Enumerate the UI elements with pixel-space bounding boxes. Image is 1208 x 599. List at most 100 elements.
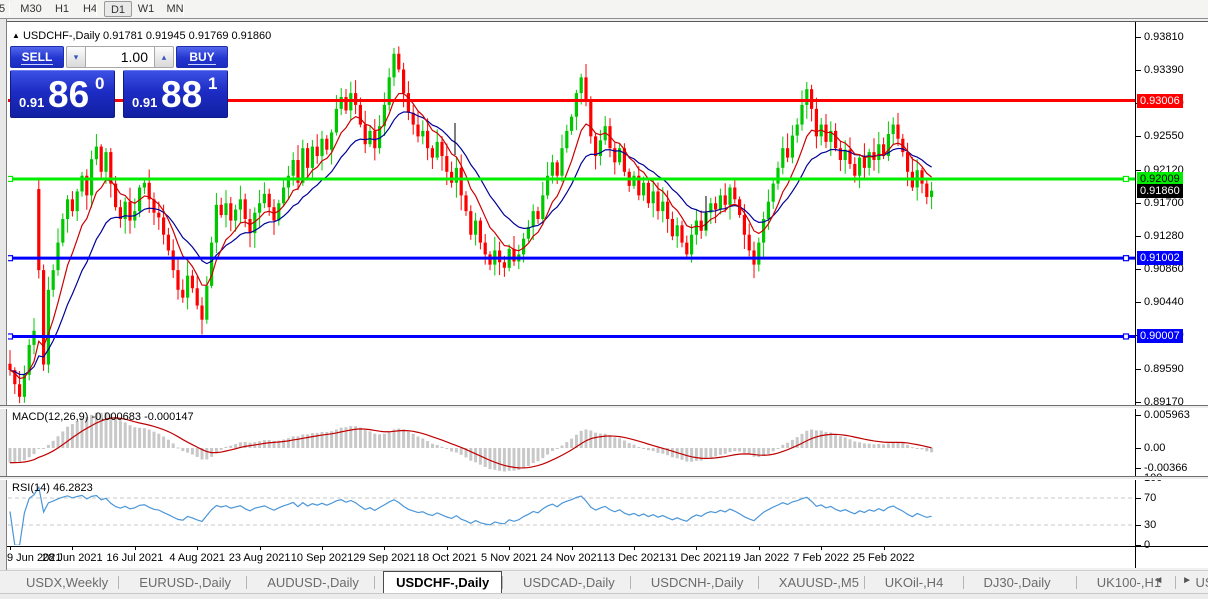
candle-body bbox=[42, 270, 46, 365]
axis-tick-mark bbox=[1136, 402, 1141, 404]
candle-body bbox=[646, 182, 650, 204]
candle-body bbox=[906, 152, 910, 172]
macd-histogram-bar bbox=[454, 448, 458, 453]
candle-body bbox=[200, 305, 204, 320]
timeframe-w1-button[interactable]: W1 bbox=[132, 1, 160, 17]
macd-histogram-bar bbox=[776, 448, 780, 449]
date-axis[interactable]: 9 Jun 2021 28 Jun 2021 16 Jul 2021 4 Aug 20… bbox=[7, 547, 1135, 568]
macd-histogram-bar bbox=[205, 448, 209, 460]
volume-input[interactable] bbox=[86, 46, 154, 68]
macd-rsi-splitter[interactable] bbox=[0, 476, 1208, 480]
macd-histogram-bar bbox=[368, 431, 372, 448]
macd-histogram-bar bbox=[498, 448, 502, 471]
volume-increase-button[interactable]: ▴ bbox=[154, 46, 174, 68]
macd-histogram-bar bbox=[862, 443, 866, 448]
macd-histogram-bar bbox=[709, 448, 713, 458]
toolbar-separator bbox=[96, 2, 97, 16]
candle-body bbox=[334, 108, 338, 133]
macd-histogram-bar bbox=[733, 448, 737, 452]
chart-tab-bar: ◄ ► USDX,Weekly EURUSD-,Daily AUDUSD-,Dail… bbox=[0, 570, 1208, 594]
macd-histogram-bar bbox=[51, 440, 55, 448]
macd-histogram-bar bbox=[670, 448, 674, 458]
macd-histogram-bar bbox=[474, 448, 478, 463]
candle-body bbox=[747, 234, 751, 251]
sell-price-panel[interactable]: 0.91 86 0 bbox=[10, 70, 115, 118]
date-axis-border bbox=[7, 546, 1208, 547]
window-bottom-strip bbox=[0, 593, 1208, 599]
chart-tab-xauusd-m5[interactable]: XAUUSD-,M5 bbox=[767, 572, 871, 593]
candle-body bbox=[306, 148, 310, 168]
chart-tab-audusd-daily[interactable]: AUDUSD-,Daily bbox=[255, 572, 371, 593]
macd-histogram-bar bbox=[656, 448, 660, 453]
macd-histogram-bar bbox=[608, 435, 612, 448]
macd-histogram-bar bbox=[555, 448, 559, 449]
timeframe-m5-button[interactable]: 5 bbox=[0, 1, 12, 17]
timeframe-h1-button[interactable]: H1 bbox=[48, 1, 76, 17]
macd-histogram-bar bbox=[138, 427, 142, 448]
macd-histogram-bar bbox=[392, 429, 396, 448]
candle-body bbox=[642, 182, 646, 196]
timeframe-mn-button[interactable]: MN bbox=[160, 1, 190, 17]
tab-separator bbox=[374, 576, 376, 589]
candle-body bbox=[891, 124, 895, 135]
macd-histogram-bar bbox=[742, 448, 746, 453]
rsi-indicator-header: RSI(14) 46.2823 bbox=[12, 482, 93, 494]
chart-ohlc-values: 0.91781 0.91945 0.91769 0.91860 bbox=[103, 30, 272, 42]
volume-decrease-button[interactable]: ▾ bbox=[66, 46, 86, 68]
chart-tab-usoil-h1[interactable]: USOil-,H1 bbox=[1184, 572, 1208, 593]
line-handle[interactable] bbox=[8, 333, 14, 340]
macd-histogram-bar bbox=[46, 444, 50, 448]
candle-body bbox=[666, 201, 670, 219]
line-handle[interactable] bbox=[1122, 255, 1130, 262]
line-handle[interactable] bbox=[1122, 175, 1130, 183]
macd-histogram-bar bbox=[843, 437, 847, 448]
chart-tab-ukoil-h4[interactable]: UKOil-,H4 bbox=[873, 572, 956, 593]
price-axis[interactable]: 0.938100.933900.929700.925500.921200.917… bbox=[1135, 22, 1208, 568]
collapse-chart-icon[interactable]: ▲ bbox=[12, 31, 20, 40]
macd-histogram-bar bbox=[714, 448, 718, 457]
timeframe-h4-button[interactable]: H4 bbox=[76, 1, 104, 17]
macd-histogram-bar bbox=[718, 448, 722, 455]
chart-tab-usdx-weekly[interactable]: USDX,Weekly bbox=[14, 572, 120, 593]
chart-tab-usdchf-daily[interactable]: USDCHF-,Daily bbox=[383, 571, 503, 594]
candle-body bbox=[75, 191, 79, 212]
sell-button[interactable]: SELL bbox=[10, 46, 64, 68]
price-tick-label: 0.90440 bbox=[1144, 296, 1184, 309]
candle-body bbox=[440, 141, 444, 157]
candle-body bbox=[56, 242, 60, 271]
candle-body bbox=[94, 146, 98, 160]
sell-button-label: SELL bbox=[20, 50, 54, 65]
candle-body bbox=[358, 104, 362, 125]
line-handle[interactable] bbox=[1122, 333, 1130, 340]
macd-histogram-bar bbox=[882, 444, 886, 448]
candle-body bbox=[310, 146, 314, 168]
buy-button[interactable]: BUY bbox=[176, 46, 228, 68]
chart-tab-usdcad-daily[interactable]: USDCAD-,Daily bbox=[511, 572, 627, 593]
line-handle[interactable] bbox=[8, 175, 14, 183]
macd-histogram-bar bbox=[32, 448, 36, 455]
chart-tab-uk100-h1[interactable]: UK100-,H1 bbox=[1085, 572, 1173, 593]
candle-body bbox=[714, 203, 718, 210]
chart-tab-eurusd-daily[interactable]: EURUSD-,Daily bbox=[127, 572, 243, 593]
line-handle[interactable] bbox=[8, 255, 14, 262]
sell-price-big-digits: 86 bbox=[48, 74, 90, 115]
terminal-window: 5 M30 H1 H4 D1 W1 MN ▲ USDCHF-,Daily 0.91781 … bbox=[0, 0, 1208, 599]
candle-body bbox=[536, 211, 540, 219]
buy-price-panel[interactable]: 0.91 88 1 bbox=[123, 70, 228, 118]
buy-price-pipette: 1 bbox=[208, 74, 218, 93]
macd-histogram-bar bbox=[56, 436, 60, 448]
candle-body bbox=[694, 220, 698, 235]
macd-histogram-bar bbox=[507, 448, 511, 471]
macd-histogram-bar bbox=[723, 448, 727, 454]
macd-histogram-bar bbox=[920, 448, 924, 450]
chart-macd-splitter[interactable] bbox=[0, 405, 1208, 409]
macd-histogram-bar bbox=[42, 448, 46, 449]
chart-tab-usdcnh-daily[interactable]: USDCNH-,Daily bbox=[639, 572, 755, 593]
timeframe-m30-button[interactable]: M30 bbox=[14, 1, 48, 17]
macd-histogram-bar bbox=[493, 448, 497, 470]
macd-histogram-bar bbox=[910, 447, 914, 449]
macd-histogram-bar bbox=[171, 443, 175, 448]
timeframe-d1-button[interactable]: D1 bbox=[104, 1, 132, 17]
chart-tab-dj30-daily[interactable]: DJ30-,Daily bbox=[972, 572, 1063, 593]
candle-body bbox=[416, 124, 420, 137]
